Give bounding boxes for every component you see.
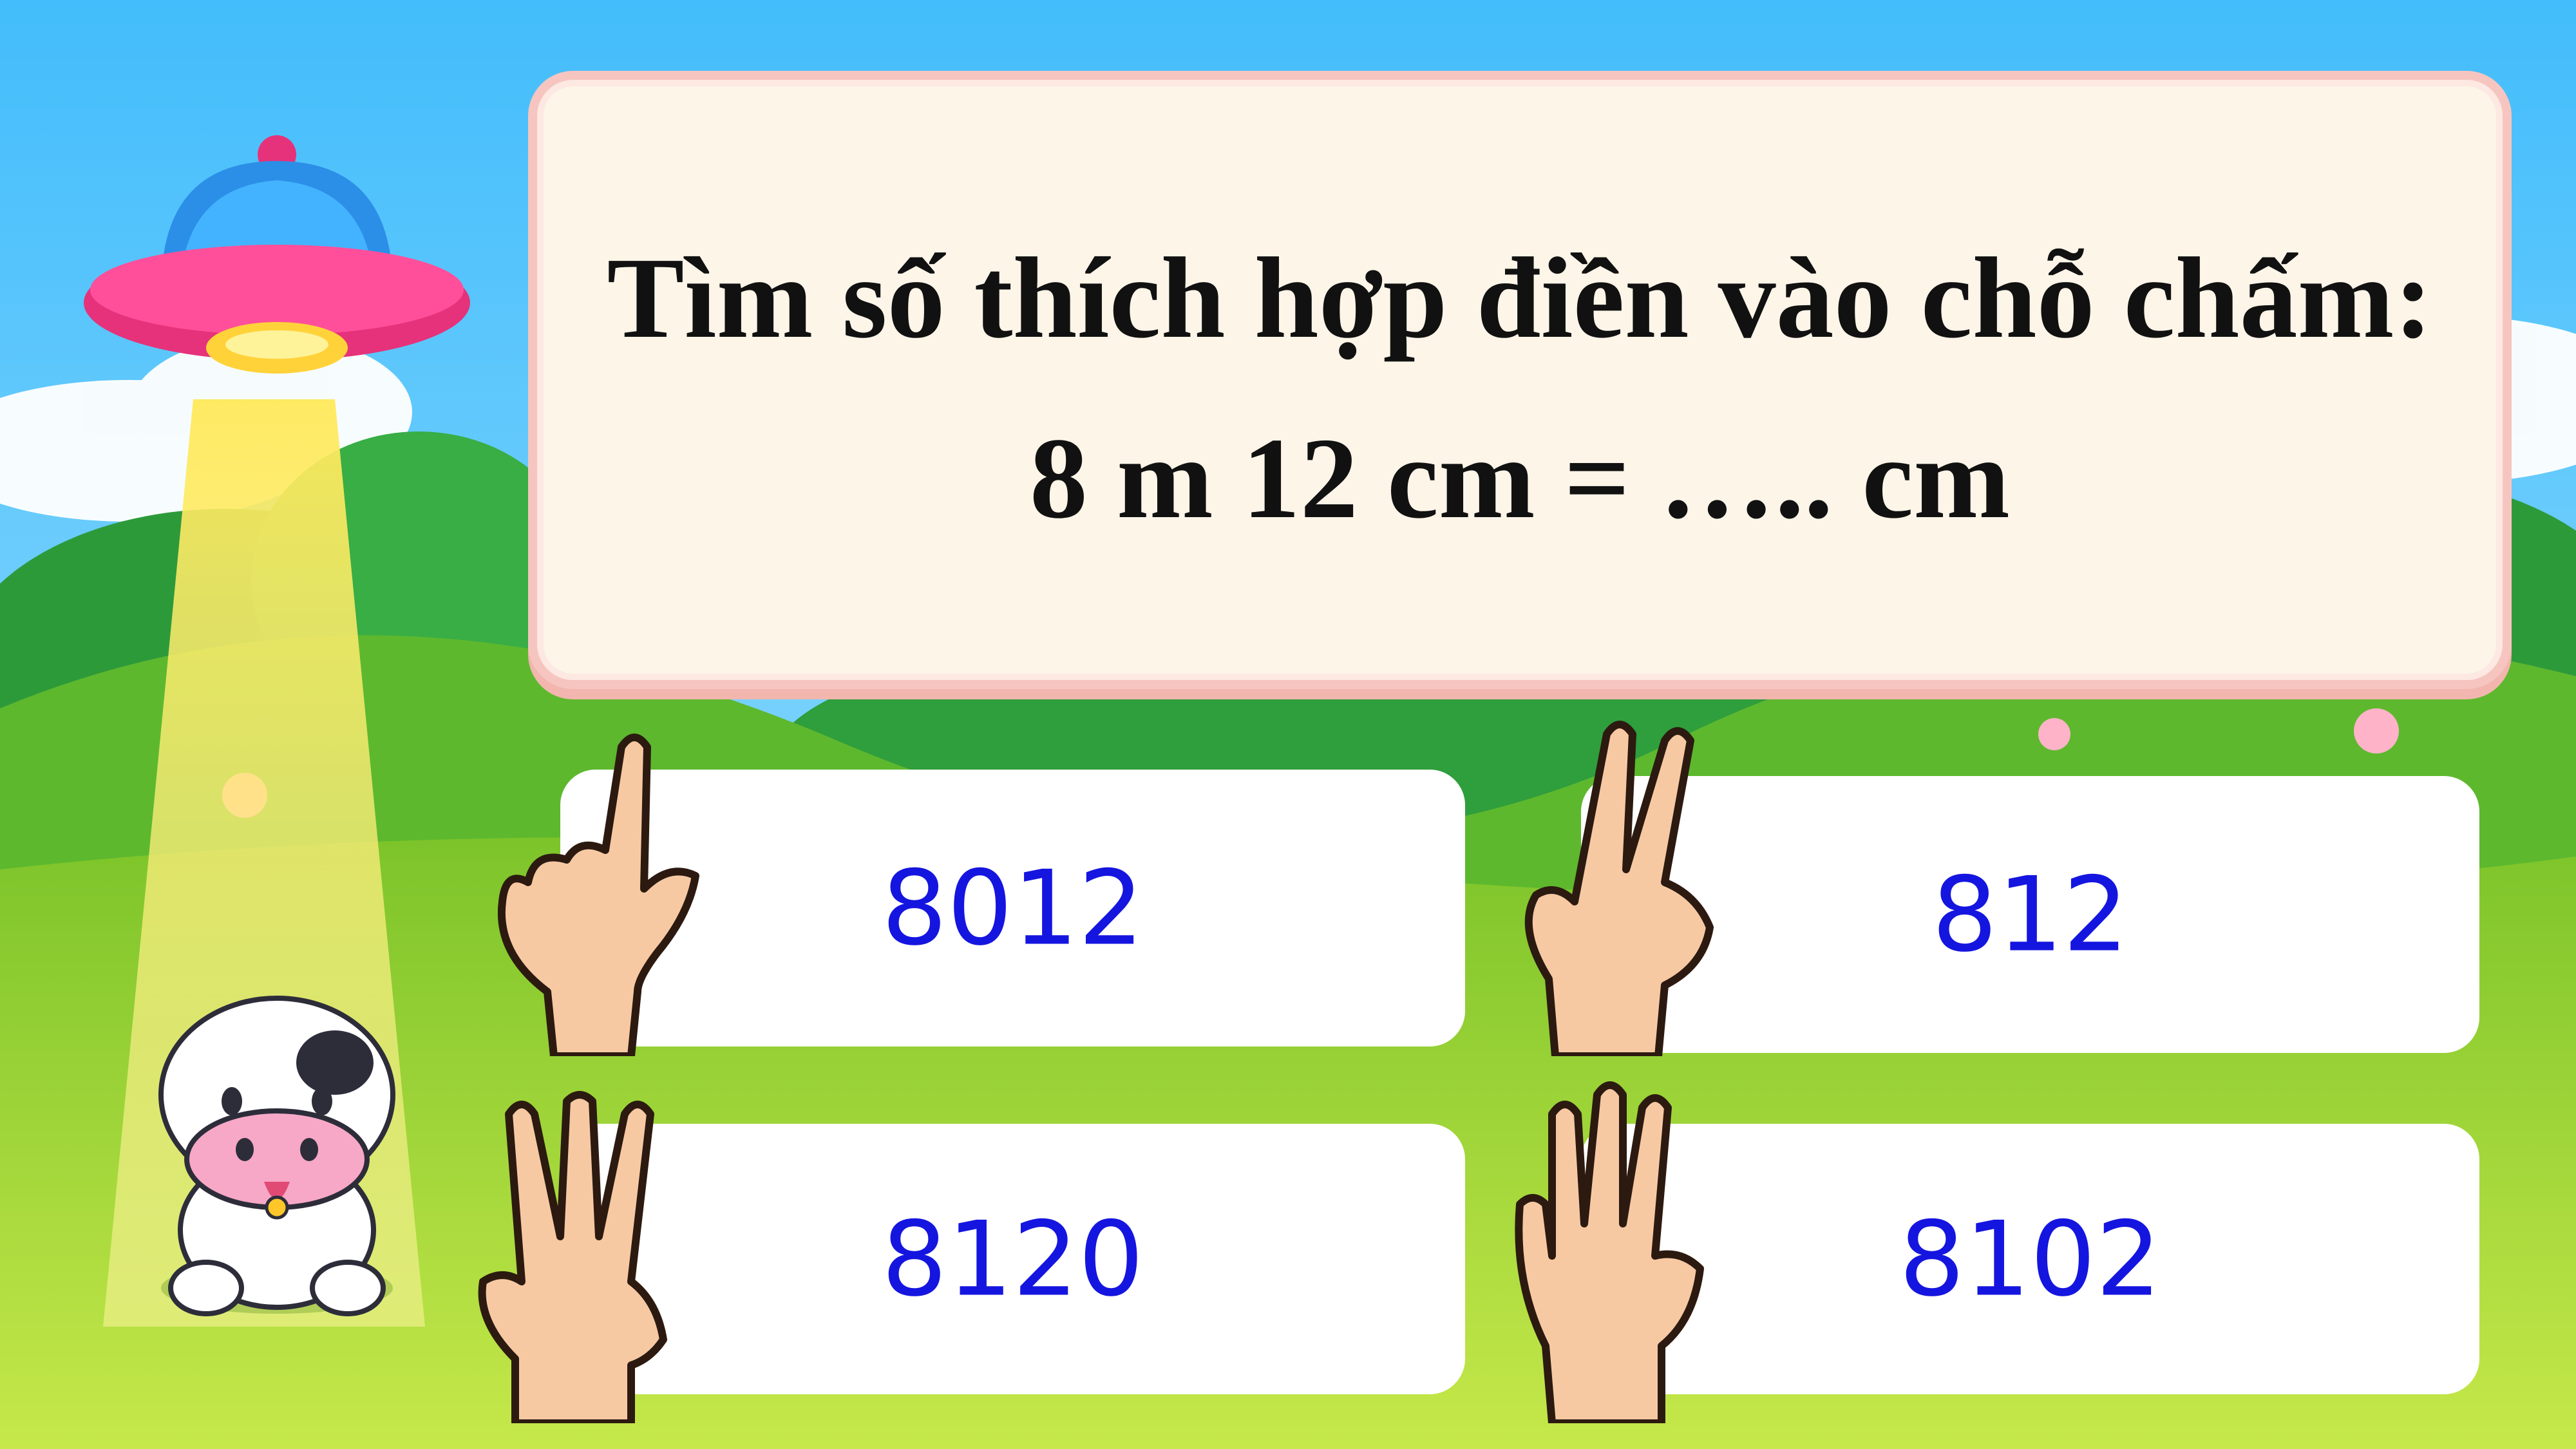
two-finger-hand-icon [1524, 721, 1714, 1056]
ufo-icon [84, 135, 470, 374]
question-title: Tìm số thích hợp điền vào chỗ chấm: [607, 234, 2433, 362]
cow-icon [158, 996, 395, 1316]
answer-option-c[interactable]: 8120 [560, 1124, 1465, 1394]
question-equation: 8 m 12 cm = ….. cm [1029, 414, 2011, 542]
five-finger-hand-icon [1515, 1081, 1704, 1423]
three-finger-hand-icon [478, 1091, 667, 1423]
answer-label: 8120 [881, 1198, 1144, 1320]
question-card: Tìm số thích hợp điền vào chỗ chấm: 8 m … [528, 71, 2512, 689]
one-finger-hand-icon [497, 734, 699, 1056]
